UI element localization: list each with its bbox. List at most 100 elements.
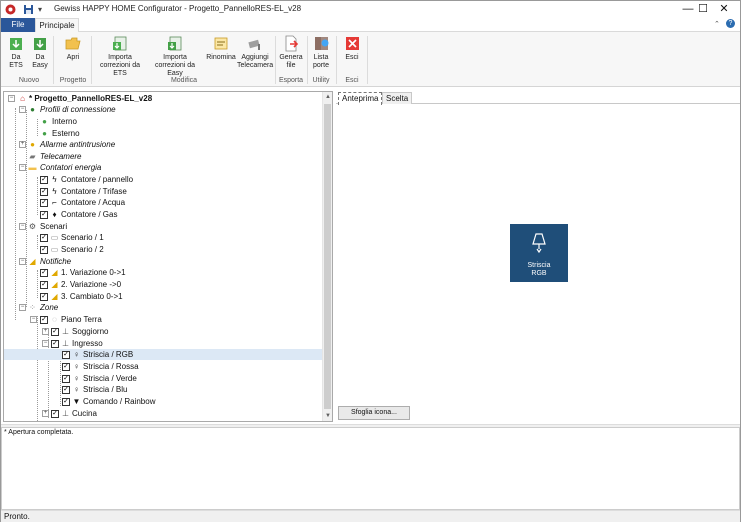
- flame-icon: ♦: [52, 210, 57, 219]
- tree-item-notifiche[interactable]: − ◢ Notifiche: [4, 256, 324, 267]
- bell-icon: ◢: [51, 268, 58, 277]
- checkbox[interactable]: ✓: [40, 199, 48, 207]
- tree-item-zone[interactable]: − ⁘ Zone: [4, 302, 324, 313]
- tree-item-notifica-1[interactable]: ✓ ◢ 1. Variazione 0->1: [4, 267, 324, 278]
- tree-item-telecamere[interactable]: ▰ Telecamere: [4, 151, 324, 162]
- group-modifica: Modifica: [170, 77, 198, 84]
- collapse-icon[interactable]: −: [19, 258, 26, 265]
- tree-root[interactable]: − ⌂ * Progetto_PannelloRES-EL_v28: [4, 93, 324, 104]
- checkbox[interactable]: ✓: [62, 398, 70, 406]
- lista-porte-button[interactable]: Lista porte: [309, 35, 333, 70]
- checkbox[interactable]: ✓: [62, 363, 70, 371]
- tree-item-striscia-blu[interactable]: ✓ ♀ Striscia / Blu: [4, 384, 324, 395]
- tree-item-profili[interactable]: − ● Profili di connessione: [4, 104, 324, 115]
- da-ets-button[interactable]: Da ETS: [5, 35, 27, 70]
- scrollbar-thumb[interactable]: [324, 104, 331, 409]
- tree-item-soggiorno[interactable]: + ✓ ⊥ Soggiorno: [4, 326, 324, 337]
- genera-file-button[interactable]: Genera file: [279, 35, 303, 70]
- close-button[interactable]: ✕: [707, 1, 741, 18]
- tile-label: Striscia RGB: [510, 262, 568, 278]
- browse-icon-button[interactable]: Sfoglia icona...: [338, 406, 410, 420]
- collapse-icon[interactable]: −: [30, 316, 37, 323]
- ribbon-collapse-icon[interactable]: ⌃: [714, 20, 720, 28]
- room-icon: ⊥: [62, 409, 69, 418]
- collapse-icon[interactable]: −: [19, 223, 26, 230]
- bell-icon: ◢: [51, 280, 58, 289]
- exit-icon: [344, 35, 361, 52]
- tree-item-allarme[interactable]: + ● Allarme antintrusione: [4, 139, 324, 150]
- checkbox[interactable]: ✓: [40, 211, 48, 219]
- tree-item-notifica-3[interactable]: ✓ ◢ 3. Cambiato 0->1: [4, 291, 324, 302]
- tree-item-contatore-acqua[interactable]: ✓ ⌐ Contatore / Acqua: [4, 197, 324, 208]
- checkbox[interactable]: ✓: [51, 328, 59, 336]
- tree-item-contatore-pannello[interactable]: ✓ ϟ Contatore / pannello: [4, 174, 324, 185]
- tree-item-contatore-gas[interactable]: ✓ ♦ Contatore / Gas: [4, 209, 324, 220]
- tree-item-comando-rainbow[interactable]: ✓ ▼ Comando / Rainbow: [4, 396, 324, 407]
- scroll-down-icon[interactable]: ▼: [323, 411, 332, 421]
- app-logo-icon[interactable]: [5, 4, 16, 15]
- collapse-icon[interactable]: −: [8, 95, 15, 102]
- tree-item-label: 1. Variazione 0->1: [61, 268, 126, 277]
- checkbox[interactable]: ✓: [40, 176, 48, 184]
- tree-item-notifica-2[interactable]: ✓ ◢ 2. Variazione ->0: [4, 279, 324, 290]
- tree-item-interno[interactable]: ● Interno: [4, 116, 324, 127]
- generate-file-icon: [283, 35, 300, 52]
- checkbox[interactable]: ✓: [51, 410, 59, 418]
- checkbox[interactable]: ✓: [40, 269, 48, 277]
- scroll-up-icon[interactable]: ▲: [323, 92, 332, 102]
- tree-item-striscia-rossa[interactable]: ✓ ♀ Striscia / Rossa: [4, 361, 324, 372]
- tree-item-label: Piano Terra: [61, 315, 102, 324]
- tab-file[interactable]: File: [1, 18, 35, 32]
- checkbox[interactable]: ✓: [40, 234, 48, 242]
- checkbox[interactable]: ✓: [51, 340, 59, 348]
- expand-icon[interactable]: +: [42, 328, 49, 335]
- tile-label-line-2: RGB: [531, 270, 547, 277]
- tree-item-scenari[interactable]: − ⚙ Scenari: [4, 221, 324, 232]
- tree-item-cucina[interactable]: + ✓ ⊥ Cucina: [4, 408, 324, 419]
- checkbox[interactable]: ✓: [62, 386, 70, 394]
- apri-button[interactable]: Apri: [59, 35, 87, 62]
- checkbox[interactable]: ✓: [62, 351, 70, 359]
- da-easy-button[interactable]: Da Easy: [29, 35, 51, 70]
- device-icon-tile[interactable]: Striscia RGB: [510, 224, 568, 282]
- tree-item-label: Zone: [40, 303, 59, 312]
- esci-button[interactable]: Esci: [341, 35, 363, 62]
- quick-access-dropdown-icon[interactable]: ▾: [38, 4, 49, 15]
- gears-icon: ⚙: [28, 222, 37, 231]
- help-icon[interactable]: ?: [726, 19, 735, 28]
- tree-item-scenario-2[interactable]: ✓ ▭ Scenario / 2: [4, 244, 324, 255]
- checkbox[interactable]: ✓: [62, 375, 70, 383]
- checkbox[interactable]: ✓: [40, 246, 48, 254]
- tree-item-contatore-trifase[interactable]: ✓ ϟ Contatore / Trifase: [4, 186, 324, 197]
- checkbox[interactable]: ✓: [40, 281, 48, 289]
- tab-principale[interactable]: Principale: [35, 18, 79, 33]
- collapse-icon[interactable]: −: [19, 304, 26, 311]
- checkbox[interactable]: ✓: [40, 293, 48, 301]
- tree-item-contatori[interactable]: − ▬ Contatori energia: [4, 162, 324, 173]
- collapse-icon[interactable]: −: [19, 106, 26, 113]
- checkbox[interactable]: ✓: [40, 188, 48, 196]
- tab-scelta[interactable]: Scelta: [382, 92, 413, 104]
- tree-item-striscia-rgb[interactable]: ✓ ♀ Striscia / RGB: [4, 349, 324, 360]
- tree-scrollbar[interactable]: ▲ ▼: [322, 92, 332, 421]
- tree-item-scenario-1[interactable]: ✓ ▭ Scenario / 1: [4, 232, 324, 243]
- aggiungi-telecamera-button[interactable]: Aggiungi Telecamera: [237, 35, 273, 70]
- save-icon[interactable]: [23, 4, 34, 15]
- expand-icon[interactable]: +: [42, 410, 49, 417]
- importa-correzioni-easy-button[interactable]: Importa correzioni da Easy: [147, 35, 203, 78]
- collapse-icon[interactable]: −: [19, 164, 26, 171]
- tree-item-piano-terra[interactable]: − ✓ ◌ Piano Terra: [4, 314, 324, 325]
- collapse-icon[interactable]: −: [42, 340, 49, 347]
- checkbox[interactable]: ✓: [40, 316, 48, 324]
- tree-item-ingresso[interactable]: − ✓ ⊥ Ingresso: [4, 338, 324, 349]
- importa-correzioni-ets-button[interactable]: Importa correzioni da ETS: [95, 35, 145, 78]
- expand-icon[interactable]: +: [19, 141, 26, 148]
- rinomina-button[interactable]: Rinomina: [205, 35, 237, 62]
- tree-item-esterno[interactable]: ● Esterno: [4, 128, 324, 139]
- project-tree[interactable]: − ⌂ * Progetto_PannelloRES-EL_v28 − ● Pr…: [3, 91, 333, 422]
- tree-item-label: Scenario / 1: [61, 233, 104, 242]
- preview-panel: Anteprima Scelta Striscia RGB Sfoglia ic…: [336, 91, 740, 422]
- lamp-icon: ♀: [73, 385, 80, 394]
- tree-item-striscia-verde[interactable]: ✓ ♀ Striscia / Verde: [4, 373, 324, 384]
- tab-anteprima[interactable]: Anteprima: [338, 92, 383, 105]
